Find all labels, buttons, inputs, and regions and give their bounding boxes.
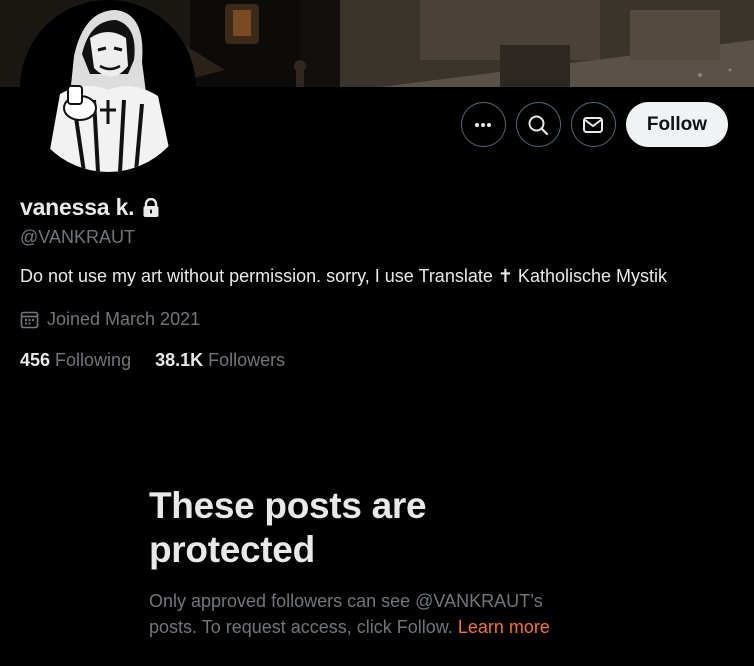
search-button[interactable] [515, 102, 561, 147]
learn-more-link[interactable]: Learn more [458, 617, 550, 637]
following-label: Following [55, 350, 132, 370]
followers-label: Followers [208, 350, 286, 370]
name-row: vanessa k. [20, 194, 160, 221]
protected-description: Only approved followers can see @VANKRAU… [149, 588, 589, 640]
followers-count: 38.1K [155, 350, 204, 370]
avatar-illustration [24, 4, 192, 172]
display-name: vanessa k. [20, 194, 135, 220]
user-handle: @VANKRAUT [20, 227, 135, 247]
following-count: 456 [20, 350, 51, 370]
following-link[interactable]: 456 Following [20, 350, 131, 371]
followers-link[interactable]: 38.1K Followers [155, 350, 285, 371]
follow-stats: 456 Following 38.1K Followers [20, 350, 285, 371]
message-button[interactable] [570, 102, 616, 147]
calendar-icon [20, 311, 39, 329]
protected-title: These posts are protected [149, 485, 427, 570]
profile-avatar[interactable] [20, 0, 196, 176]
profile-bio: Do not use my art without permission. so… [20, 266, 667, 286]
profile-actions: Follow [460, 102, 728, 147]
lock-icon[interactable] [142, 197, 160, 218]
join-date-text: Joined March 2021 [47, 309, 201, 329]
join-date: Joined March 2021 [20, 309, 200, 330]
more-horizontal-icon [475, 122, 492, 127]
more-button[interactable] [460, 102, 506, 147]
protected-notice: These posts are protected Only approved … [149, 484, 589, 640]
search-icon [528, 115, 549, 135]
envelope-icon [583, 116, 604, 133]
follow-button[interactable]: Follow [625, 102, 728, 147]
